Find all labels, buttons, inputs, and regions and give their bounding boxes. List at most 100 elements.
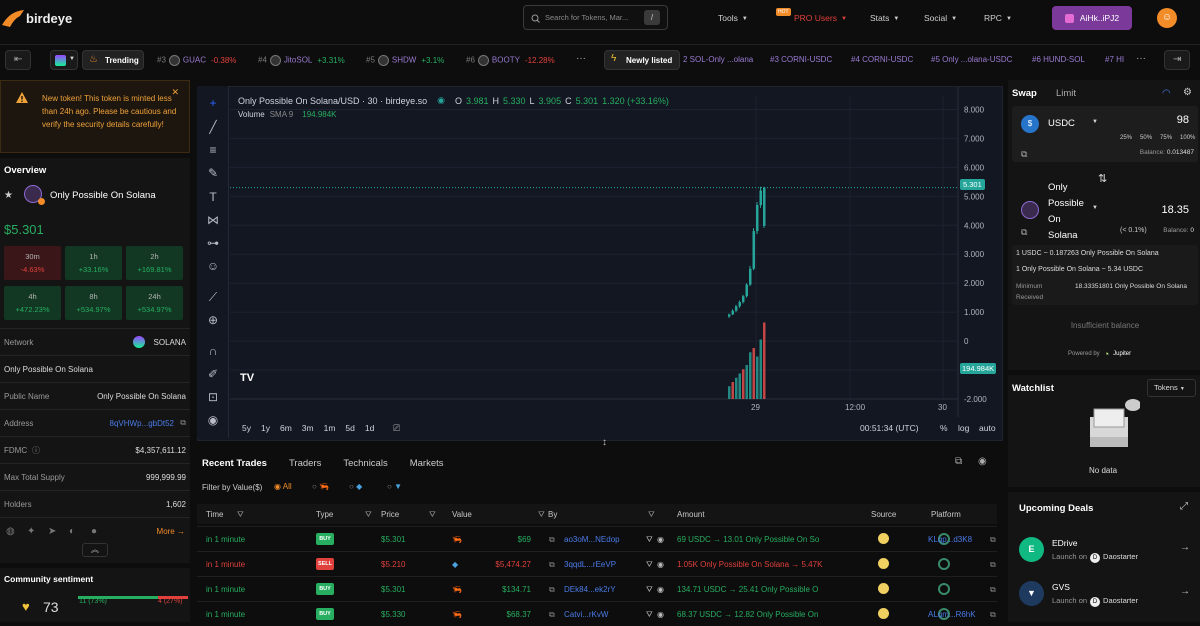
timeframe-1h[interactable]: 1h +33.16% [65,246,122,280]
trader-address[interactable]: Catvi...rKvW [564,610,608,619]
text-icon[interactable]: T [205,189,221,205]
newly-listed-item[interactable]: #6 HUND-SOL [1032,55,1085,64]
filter-whale[interactable]: ○ ▼ [387,482,402,491]
column-header[interactable]: By [548,510,557,519]
tradingview-logo[interactable]: TV [240,372,262,388]
price-chart[interactable]: 8.000 7.000 6.000 5.000 4.000 3.000 2.000 1.000… [197,86,1003,441]
to-token-select[interactable]: Only Possible On Solana [1048,180,1088,244]
newly-listed-item[interactable]: 2 SOL-Only ...olana [683,55,753,64]
range-1m[interactable]: 1m [324,423,336,433]
fib-icon[interactable]: ≡ [205,142,221,158]
brush-icon[interactable]: ✎ [205,165,221,181]
eye-icon[interactable]: ◉ [205,412,221,428]
column-header[interactable]: Amount [677,510,705,519]
more-new-icon[interactable]: ··· [1136,53,1146,64]
nav-pro-users[interactable]: PRO Users ▼ [794,13,847,23]
pattern-icon[interactable]: ⋈ [205,212,221,228]
filter-shrimp[interactable]: ○ 🦐 [312,482,329,491]
trader-address[interactable]: DEk84...ek2rY [564,585,616,594]
lock-icon[interactable]: ⊡ [205,389,221,405]
wallet-button[interactable]: AiHk..iPJ2 [1052,6,1132,30]
nav-stats[interactable]: Stats ▼ [870,13,899,23]
avatar[interactable]: ☺ [1157,8,1177,28]
filter-trader-icon[interactable]: ⛛ [646,535,653,545]
collapse-up-icon[interactable]: ︽ [82,543,108,557]
coingecko-icon[interactable]: ● [91,526,97,537]
percent-button[interactable]: 50% [1140,135,1152,141]
percent-button[interactable]: 75% [1160,135,1172,141]
copy-icon[interactable]: ⧉ [180,418,186,428]
range-6m[interactable]: 6m [280,423,292,433]
trending-item[interactable]: #3 GUAC -0.38% [157,55,236,66]
percent-toggle[interactable]: % [940,423,948,433]
more-link[interactable]: More → [157,527,185,536]
calendar-icon[interactable]: ⎚ [393,423,400,434]
emoji-icon[interactable]: ☺ [205,258,221,274]
from-amount-input[interactable]: 98 [1177,114,1189,126]
magnet-icon[interactable]: ∩ [205,343,221,359]
tab-swap[interactable]: Swap [1012,88,1037,99]
to-chevron-icon[interactable]: ▼ [1092,205,1098,211]
range-1y[interactable]: 1y [261,423,270,433]
trending-button[interactable]: ♨ Trending [82,50,144,70]
filter-trader-icon[interactable]: ⛛ [646,585,653,595]
overview-row-value[interactable]: 8qVHWp...gbDt52 [110,419,174,428]
filter-all[interactable]: ◉ All [274,482,292,491]
range-5d[interactable]: 5d [345,423,354,433]
trades-tab[interactable]: Markets [410,458,444,469]
ruler-icon[interactable]: ⟋ [205,289,221,305]
chart-canvas[interactable]: 8.000 7.000 6.000 5.000 4.000 3.000 2.000 1.000… [198,87,1004,442]
copy-icon[interactable]: ⧉ [549,610,555,620]
column-header[interactable]: Price [381,510,399,519]
auto-toggle[interactable]: auto [979,423,996,433]
watch-trader-icon[interactable]: ◉ [657,560,664,569]
timeframe-8h[interactable]: 8h +534.97% [65,286,122,320]
range-3m[interactable]: 3m [302,423,314,433]
range-1d[interactable]: 1d [365,423,374,433]
from-token-select[interactable]: USDC [1048,118,1075,129]
column-header[interactable]: Platform [931,510,961,519]
log-toggle[interactable]: log [958,423,969,433]
percent-button[interactable]: 25% [1120,135,1132,141]
timeframe-4h[interactable]: 4h +472.23% [4,286,61,320]
collapse-right-button[interactable]: ⇥ [1164,50,1190,70]
expand-deals-icon[interactable]: ⤢ [1180,501,1188,512]
trader-address[interactable]: 3qqdL...rEeVP [564,560,616,569]
visibility-icon[interactable]: ◉ [978,456,987,467]
range-5y[interactable]: 5y [242,423,251,433]
nav-tools[interactable]: Tools ▼ [718,13,748,23]
info-icon[interactable]: ⓘ [32,445,40,456]
expand-icon[interactable]: ⧉ [955,456,962,467]
star-icon[interactable]: ★ [4,190,13,201]
filter-icon[interactable]: ⛛ [429,510,436,520]
filter-icon[interactable]: ⛛ [648,510,655,520]
newly-listed-item[interactable]: #3 CORNI-USDC [770,55,832,64]
search-input[interactable]: Search for Tokens, Mar... / [523,5,668,30]
telegram-icon[interactable]: ➤ [48,526,56,537]
zoom-icon[interactable]: ⊕ [205,312,221,328]
to-external-link-icon[interactable]: ⧉ [1021,227,1027,238]
watch-trader-icon[interactable]: ◉ [657,585,664,594]
nav-social[interactable]: Social ▼ [924,13,957,23]
column-header[interactable]: Type [316,510,333,519]
close-icon[interactable]: ✕ [171,87,179,98]
filter-icon[interactable]: ⛛ [237,510,244,520]
settings-gear-icon[interactable]: ⚙ [1183,87,1192,98]
lock-draw-icon[interactable]: ✐ [205,366,221,382]
copy-icon[interactable]: ⧉ [990,610,996,620]
newly-listed-item[interactable]: #4 CORNI-USDC [851,55,913,64]
column-header[interactable]: Source [871,510,896,519]
copy-icon[interactable]: ⧉ [549,535,555,545]
measure-icon[interactable]: ⊶ [205,235,221,251]
collapse-left-button[interactable]: ⇤ [5,50,31,70]
globe-icon[interactable]: ◍ [6,526,15,537]
trades-tab[interactable]: Recent Trades [202,458,267,469]
copy-icon[interactable]: ⧉ [549,560,555,570]
filter-icon[interactable]: ⛛ [538,510,545,520]
filter-icon[interactable]: ⛛ [365,510,372,520]
twitter-icon[interactable]: ✦ [27,526,35,537]
deal-item[interactable]: ▼ GVS Launch on D Daostarter → [1008,578,1200,614]
chain-select[interactable]: ▼ [50,50,78,70]
platform-address[interactable]: ALqm...R6hK [928,610,976,619]
timeframe-30m[interactable]: 30m -4.63% [4,246,61,280]
